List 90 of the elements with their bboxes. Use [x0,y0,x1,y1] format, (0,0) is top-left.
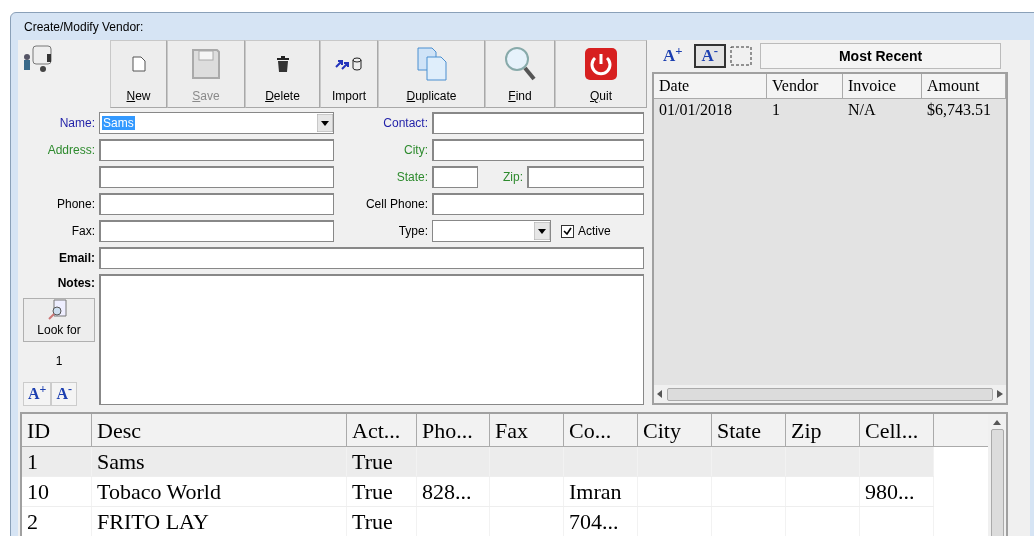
table-cell-text: 704... [569,508,619,536]
power-icon [584,47,618,81]
text-field[interactable] [527,166,644,188]
field-label: Contact: [383,115,428,132]
scroll-right-icon [997,390,1003,398]
dropdown-arrow-icon [317,114,333,132]
grid-row[interactable]: 1 Sams True [22,447,934,477]
checkbox[interactable] [561,224,574,238]
text-field[interactable] [99,166,334,188]
import-icon [335,56,363,72]
column-header[interactable]: State [712,414,786,446]
table-cell-text: True [352,508,393,536]
table-cell-text: True [352,448,393,476]
look-for-button[interactable]: Look for [23,298,95,342]
field-label: Name: [59,115,95,132]
text-field[interactable] [432,193,644,215]
text-field[interactable] [432,112,644,134]
column-header[interactable]: Amount [922,74,1006,99]
table-cell-text: FRITO LAY [97,508,209,536]
column-header[interactable]: Date [654,74,767,99]
column-header[interactable]: Pho... [417,414,490,446]
increase-font-button[interactable]: A$^{+}$ [23,382,52,406]
field-value: Sams [102,116,135,130]
field-label: Type: [398,223,428,240]
scroll-left-icon [657,390,663,398]
record-count: 1 [55,353,63,370]
field-label: Email: [59,250,95,267]
toolbar-button[interactable]: Find [485,40,555,108]
table-cell-text: 980... [865,478,915,506]
column-header[interactable]: Co... [564,414,638,446]
column-header[interactable]: Zip [786,414,860,446]
selection-icon [730,46,753,66]
column-header[interactable]: Vendor [767,74,843,99]
table-cell-text: 10 [27,478,49,506]
table-cell-text: 1 [27,448,38,476]
table-cell-text: 2 [27,508,38,536]
scroll-up-icon [993,420,1001,425]
dropdown-field[interactable] [432,220,551,242]
toolbar-button[interactable]: New [110,40,167,108]
table-cell-text: $6,743.51 [926,100,992,120]
page-icon [131,56,146,72]
field-label: Fax: [71,223,95,240]
dropdown-arrow-icon [534,222,550,240]
table-cell-text: 01/01/2018 [658,100,733,120]
table-cell-text: 828... [422,478,472,506]
checkmark-icon [563,226,572,236]
window-title: Create/Modify Vendor: [24,18,144,36]
search-icon [504,46,536,82]
text-field[interactable] [432,139,644,161]
column-header[interactable]: Act... [347,414,417,446]
decrease-font-button[interactable]: A$^{-}$ [693,44,727,68]
column-header[interactable]: ID [22,414,92,446]
documents-icon [416,47,447,81]
increase-font-button[interactable]: A$^{+}$ [656,44,690,68]
horizontal-scrollbar[interactable] [654,385,1006,403]
table-cell-text: Sams [97,448,145,476]
column-header[interactable]: Desc [92,414,347,446]
toolbar-button[interactable]: Import [320,40,378,108]
field-label: State: [396,169,428,186]
table-cell-text: True [352,478,393,506]
column-header[interactable]: City [638,414,712,446]
panel-title: Most Recent [838,46,923,66]
text-field[interactable] [99,139,334,161]
table-cell-text: 1 [771,100,781,120]
field-label: Phone: [56,196,95,213]
column-header[interactable]: Invoice [843,74,922,99]
column-header[interactable]: Fax [490,414,564,446]
toolbar-button[interactable]: Delete [245,40,320,108]
checkbox-label: Active [578,223,611,240]
trash-icon [276,56,289,72]
field-label: City: [404,142,428,159]
vertical-scrollbar[interactable] [988,414,1006,536]
field-label: Zip: [503,169,523,186]
column-header[interactable]: Cell... [860,414,934,446]
table-cell-text: N/A [847,100,877,120]
text-field[interactable] [99,193,334,215]
field-label: Cell Phone: [365,196,428,213]
text-field[interactable] [432,166,478,188]
table-cell-text: Tobaco World [97,478,221,506]
grid-row[interactable]: 10 Tobaco World True 828... Imran 980... [22,477,934,507]
toolbar-button[interactable]: Quit [555,40,647,108]
document-search-icon [48,299,70,321]
field-label: Notes: [57,275,95,292]
table-cell-text: Imran [569,478,622,506]
decrease-font-button[interactable]: A$^{-}$ [51,382,77,406]
text-field[interactable] [99,220,334,242]
toolbar-button[interactable]: Duplicate [378,40,485,108]
email-field[interactable] [99,247,644,269]
notes-field[interactable] [99,274,644,405]
field-label: Address: [47,142,95,159]
